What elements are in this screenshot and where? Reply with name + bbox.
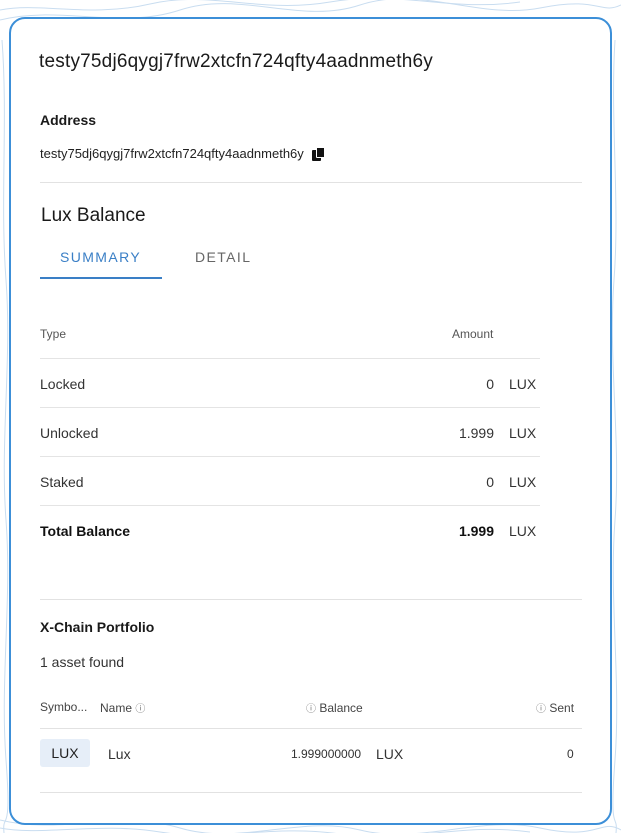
balance-row-type: Unlocked [40,425,99,441]
balance-header-label: Balance [319,701,363,715]
column-header-symbol[interactable]: Symbo... [40,700,87,714]
balance-row-type: Staked [40,474,84,490]
section-divider [40,599,582,600]
total-balance-label: Total Balance [40,523,130,539]
total-balance-unit: LUX [509,523,537,539]
balance-row-unit: LUX [509,425,537,441]
info-icon: ⓘ [135,704,146,715]
address-value: test y75dj6qygj7frw2xtcfn724qfty4aadnmeth… [40,146,326,161]
sent-header-label: Sent [549,701,575,715]
column-header-name[interactable]: Name ⓘ [100,700,145,715]
asset-count: 1 asset found [40,654,125,670]
row-divider [40,456,540,457]
row-divider [40,505,540,506]
tab-detail[interactable]: DETAIL [195,249,251,265]
balance-row-amount: 0 [486,376,494,392]
info-icon: ⓘ [536,704,546,715]
asset-name: Lux [108,746,131,762]
row-divider [40,728,582,729]
asset-sent: 0 [567,747,574,761]
copy-icon[interactable] [311,146,326,161]
total-balance-amount: 1.999 [458,523,494,539]
row-divider [40,407,540,408]
column-header-sent[interactable]: ⓘ Sent [536,700,574,715]
balance-row-amount: 1.999 [458,425,494,441]
address-title-prefix: test [39,51,71,72]
balance-row-amount: 0 [486,474,494,490]
asset-balance-unit: LUX [376,746,404,762]
balance-title: Lux Balance [41,205,146,226]
column-header-type: Type [40,327,67,341]
active-tab-indicator [40,277,162,279]
asset-balance: 1.999000000 [291,747,362,761]
balance-row-unit: LUX [509,474,537,490]
balance-row-type: Locked [40,376,86,392]
portfolio-title: X-Chain Portfolio [40,619,155,635]
column-header-balance[interactable]: ⓘ Balance [306,700,363,715]
section-divider [40,182,582,183]
row-divider [40,792,582,793]
row-divider [40,358,540,359]
column-header-amount: Amount [452,327,494,341]
balance-row-unit: LUX [509,376,537,392]
address-label: Address [40,112,97,128]
info-icon: ⓘ [306,704,316,715]
address-value-rest: y75dj6qygj7frw2xtcfn724qfty4aadnmeth6y [60,146,304,161]
tab-summary[interactable]: SUMMARY [60,249,141,265]
address-value-prefix: test [40,146,61,161]
address-card: testy75dj6qygj7frw2xtcfn724qfty4aadnmeth… [9,17,612,825]
asset-symbol-chip[interactable]: LUX [40,739,90,767]
address-title-rest: y75dj6qygj7frw2xtcfn724qfty4aadnmeth6y [70,51,433,72]
name-header-label: Name [100,701,133,715]
address-title: testy75dj6qygj7frw2xtcfn724qfty4aadnmeth… [39,51,433,73]
